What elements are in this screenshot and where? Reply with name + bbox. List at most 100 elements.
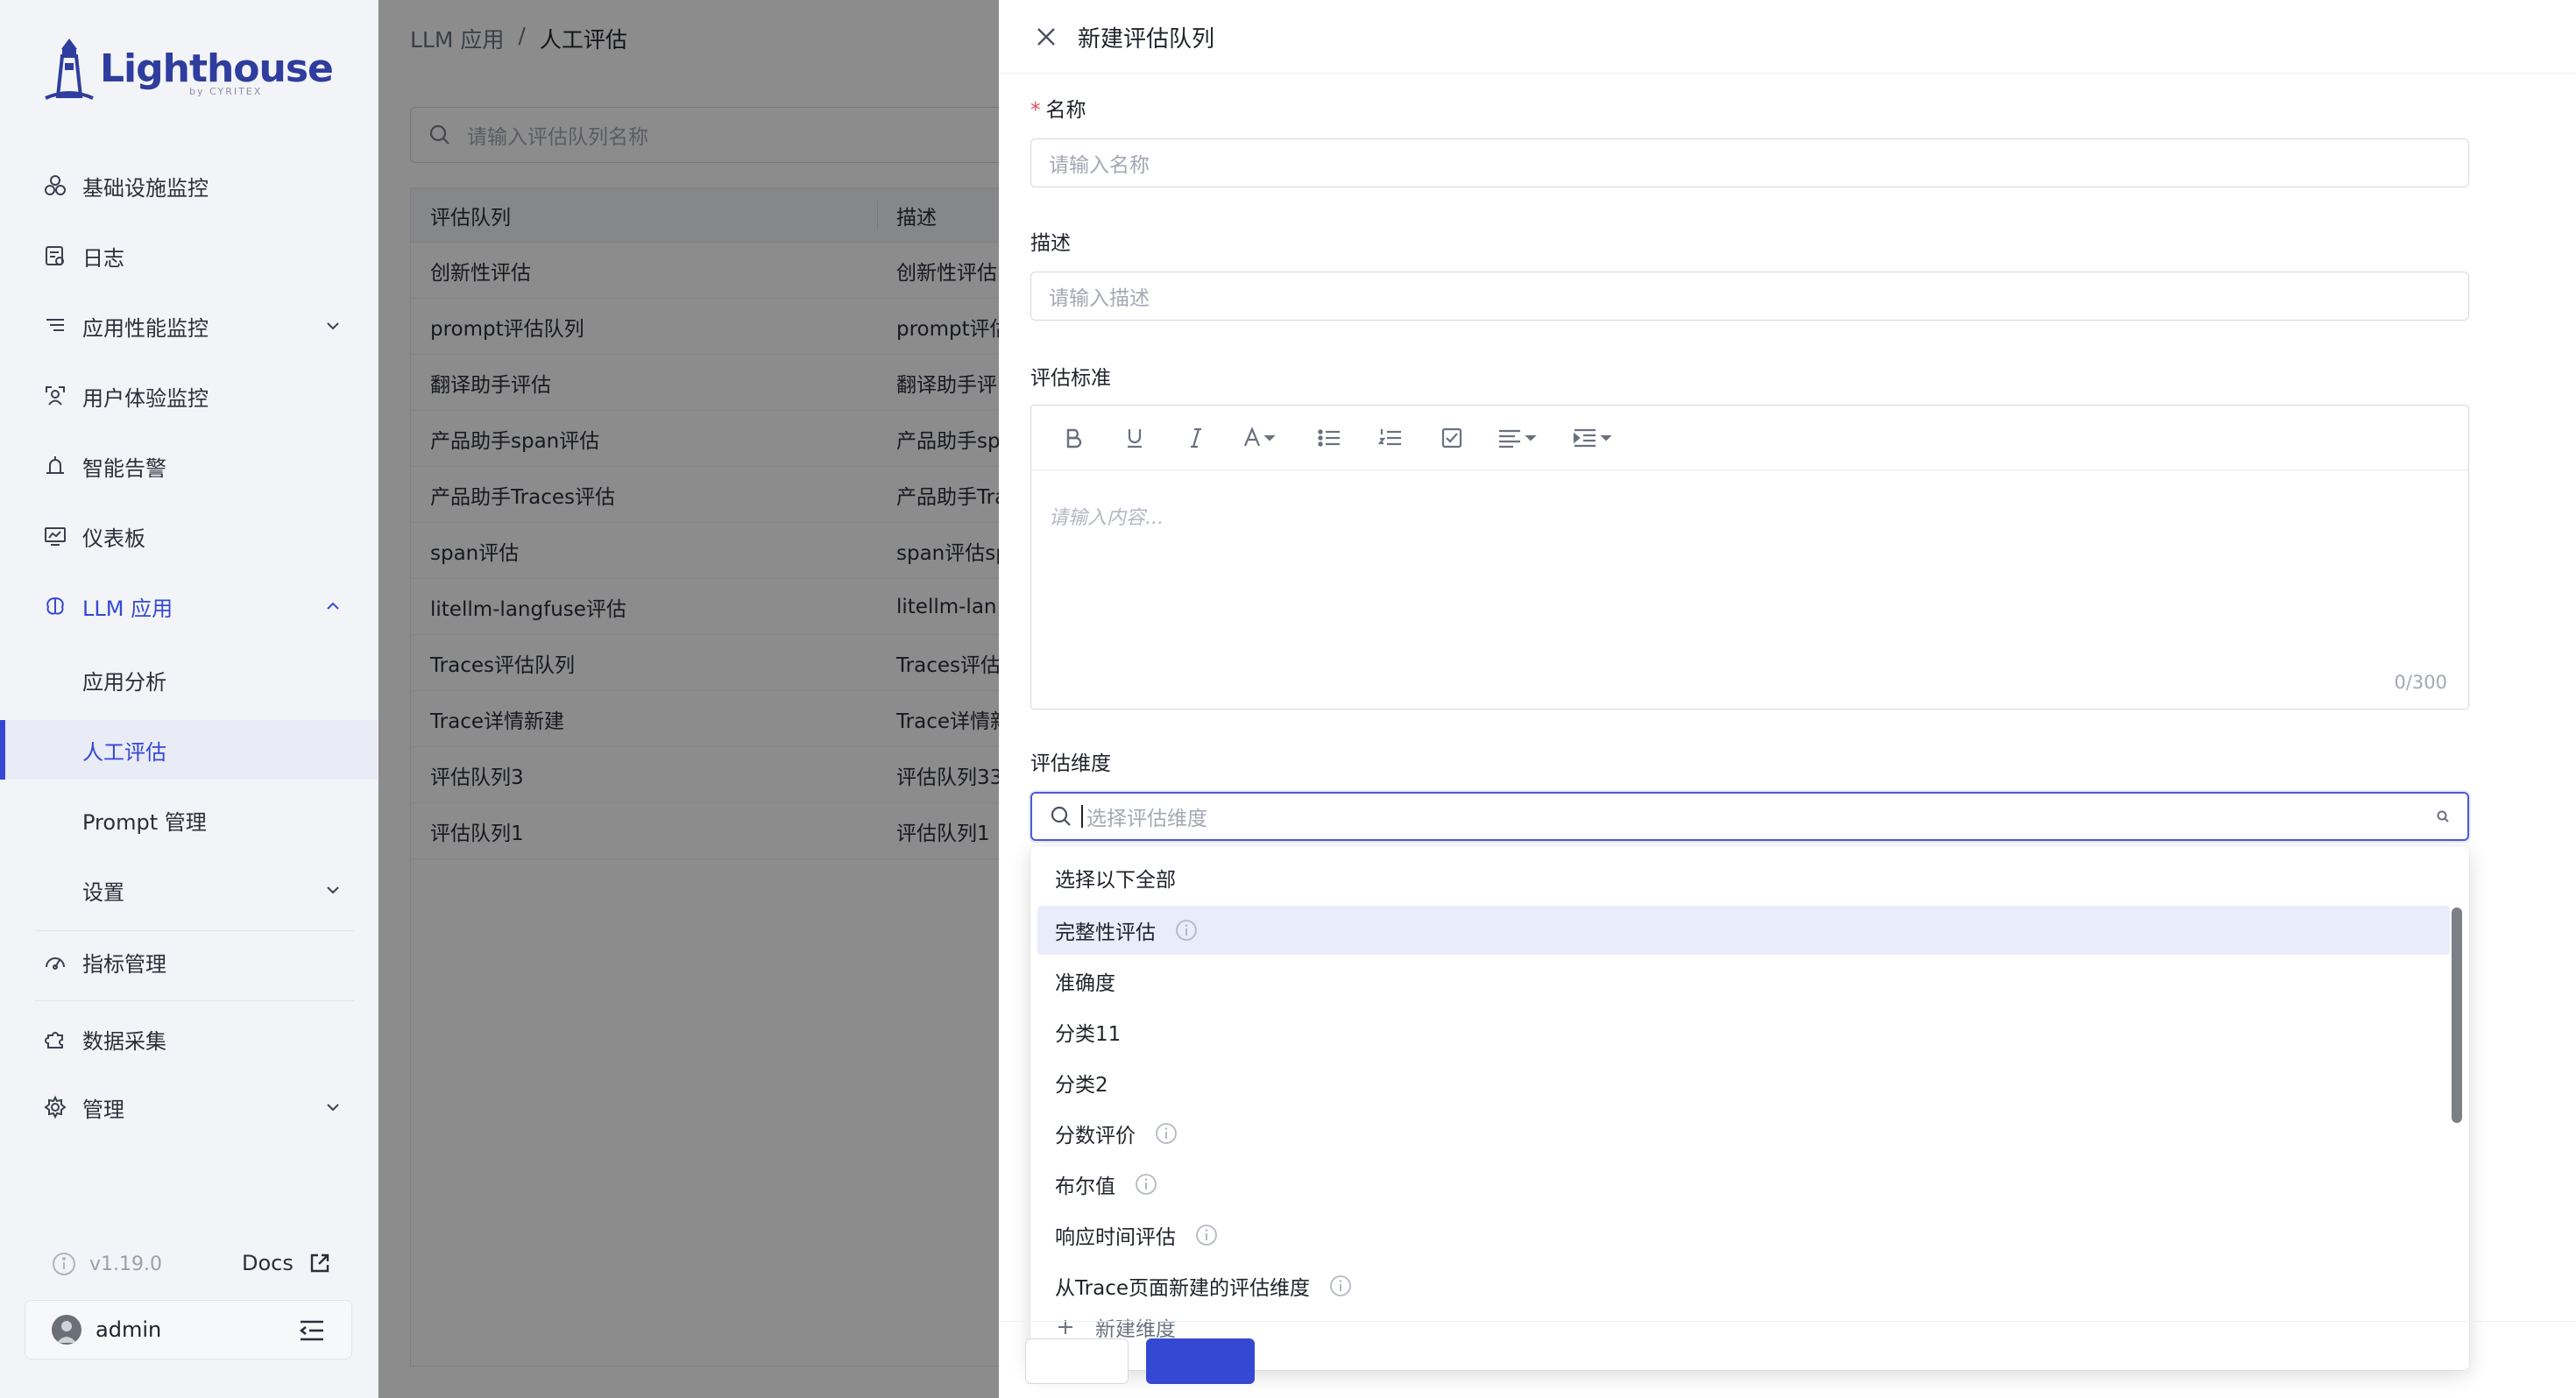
docs-link[interactable]: Docs — [242, 1251, 332, 1275]
user-monitor-icon — [42, 383, 68, 409]
nav-label: Prompt 管理 — [82, 809, 207, 835]
username: admin — [96, 1317, 162, 1342]
nav-data-collection[interactable]: 数据采集 — [0, 1009, 379, 1069]
nav-logs[interactable]: 日志 — [0, 226, 379, 286]
info-icon[interactable] — [1135, 1173, 1157, 1196]
dashboard-icon — [42, 523, 68, 549]
user-menu[interactable]: admin — [25, 1300, 352, 1359]
editor-placeholder: 请输入内容... — [1049, 507, 1164, 529]
dimension-option[interactable]: 分数评价 — [1030, 1109, 2450, 1158]
nav-human-evaluation[interactable]: 人工评估 — [0, 720, 379, 780]
info-icon — [53, 1253, 75, 1275]
nav-smart-alarm[interactable]: 智能告警 — [0, 436, 379, 496]
nav-label: 指标管理 — [82, 951, 166, 977]
drawer-title: 新建评估队列 — [1078, 26, 1215, 53]
align-icon[interactable] — [1496, 424, 1545, 452]
nav-label: 用户体验监控 — [82, 385, 209, 411]
description-input[interactable]: 请输入描述 — [1030, 272, 2469, 321]
info-icon[interactable] — [1195, 1224, 1218, 1246]
plus-icon — [1058, 1320, 1072, 1334]
info-icon[interactable] — [1329, 1274, 1352, 1297]
nav-dashboard[interactable]: 仪表板 — [0, 506, 379, 566]
nav-metrics-management[interactable]: 指标管理 — [0, 932, 379, 992]
dimension-option[interactable]: 分类2 — [1030, 1058, 2450, 1107]
dimension-option[interactable]: 完整性评估 — [1037, 906, 2450, 955]
external-link-icon — [310, 1253, 329, 1273]
text-caret — [1081, 805, 1083, 828]
scrollbar-thumb[interactable] — [2452, 907, 2462, 1123]
nav-apm[interactable]: 应用性能监控 — [0, 296, 379, 356]
nav-llm-app[interactable]: LLM 应用 — [0, 576, 379, 636]
gauge-icon — [42, 949, 68, 975]
dimension-label: 评估维度 — [1030, 752, 1111, 775]
logo[interactable]: Lighthouse — [39, 35, 334, 103]
dimension-option[interactable]: 准确度 — [1030, 957, 2450, 1006]
dimension-option[interactable]: 从Trace页面新建的评估维度 — [1030, 1261, 2450, 1310]
option-label: 布尔值 — [1055, 1176, 1115, 1198]
option-label: 完整性评估 — [1055, 921, 1156, 944]
option-label: 选择以下全部 — [1055, 869, 1176, 892]
option-label: 从Trace页面新建的评估维度 — [1055, 1277, 1311, 1300]
add-dimension-button[interactable]: 新建维度 — [1055, 1312, 1176, 1342]
divider — [35, 930, 354, 931]
bold-icon[interactable] — [1056, 424, 1091, 452]
cancel-button[interactable] — [1025, 1338, 1129, 1384]
name-label: * 名称 — [1030, 93, 1086, 123]
description-placeholder: 请输入描述 — [1049, 287, 1150, 310]
dimension-select-input[interactable]: 选择评估维度 — [1030, 792, 2469, 841]
name-label-text: 名称 — [1045, 99, 1086, 122]
nav-infra-monitoring[interactable]: 基础设施监控 — [0, 156, 379, 215]
italic-icon[interactable] — [1178, 424, 1214, 452]
option-label: 分数评价 — [1055, 1125, 1136, 1147]
sidebar: Lighthouse by CYRITEX 基础设施监控 日志 应用性能监控 用… — [0, 0, 379, 1398]
nav-prompt-management[interactable]: Prompt 管理 — [0, 790, 379, 850]
name-placeholder: 请输入名称 — [1049, 154, 1150, 177]
info-icon[interactable] — [1175, 919, 1198, 942]
nav-llm-settings[interactable]: 设置 — [0, 860, 379, 920]
criteria-rich-editor[interactable]: 请输入内容... 0/300 — [1030, 405, 2469, 710]
option-label: 分类11 — [1055, 1023, 1122, 1046]
chevron-down-icon — [327, 886, 339, 894]
select-all-option[interactable]: 选择以下全部 — [1030, 853, 2450, 902]
font-color-icon[interactable] — [1240, 424, 1285, 452]
nav-label: 应用性能监控 — [82, 315, 209, 341]
chevron-down-icon — [327, 322, 339, 330]
add-dimension-label: 新建维度 — [1095, 1318, 1176, 1341]
option-label: 准确度 — [1055, 972, 1115, 995]
description-label: 描述 — [1030, 232, 1071, 255]
nav-label: 管理 — [82, 1097, 124, 1122]
collapse-menu-icon[interactable] — [299, 1319, 325, 1342]
puzzle-icon — [42, 1026, 68, 1052]
divider — [35, 1000, 354, 1001]
nav-user-experience[interactable]: 用户体验监控 — [0, 366, 379, 426]
underline-icon[interactable] — [1117, 424, 1152, 452]
version-text: v1.19.0 — [89, 1253, 162, 1275]
dimension-option[interactable]: 布尔值 — [1030, 1160, 2450, 1209]
apm-icon — [42, 313, 68, 339]
search-icon — [1051, 806, 1071, 826]
dimension-option[interactable]: 分类11 — [1030, 1007, 2450, 1056]
llm-brain-icon — [42, 593, 68, 619]
dimension-option[interactable]: 响应时间评估 — [1030, 1211, 2450, 1260]
name-input[interactable]: 请输入名称 — [1030, 138, 2469, 187]
bullet-list-icon[interactable] — [1312, 424, 1347, 452]
alarm-icon — [42, 453, 68, 479]
nav-app-analysis[interactable]: 应用分析 — [0, 650, 379, 710]
option-label: 响应时间评估 — [1055, 1226, 1176, 1249]
search-small-icon — [2437, 810, 2449, 823]
option-label: 分类2 — [1055, 1074, 1108, 1097]
lighthouse-logo-icon — [45, 39, 94, 100]
indent-icon[interactable] — [1571, 424, 1620, 452]
gear-icon — [42, 1094, 68, 1120]
confirm-button[interactable] — [1146, 1338, 1255, 1384]
ordered-list-icon[interactable] — [1373, 424, 1408, 452]
footer-divider — [999, 1321, 2576, 1322]
chevron-down-icon — [327, 1104, 339, 1112]
nav-admin[interactable]: 管理 — [0, 1077, 379, 1137]
nav-label: 设置 — [82, 879, 124, 905]
nav-label: 数据采集 — [82, 1028, 166, 1054]
info-icon[interactable] — [1155, 1122, 1178, 1145]
dimension-dropdown: 选择以下全部 完整性评估准确度分类11 分类2 分数评价布尔值响应时间评估从Trac… — [1030, 846, 2469, 1370]
close-icon[interactable] — [1034, 25, 1058, 49]
checklist-icon[interactable] — [1434, 424, 1469, 452]
